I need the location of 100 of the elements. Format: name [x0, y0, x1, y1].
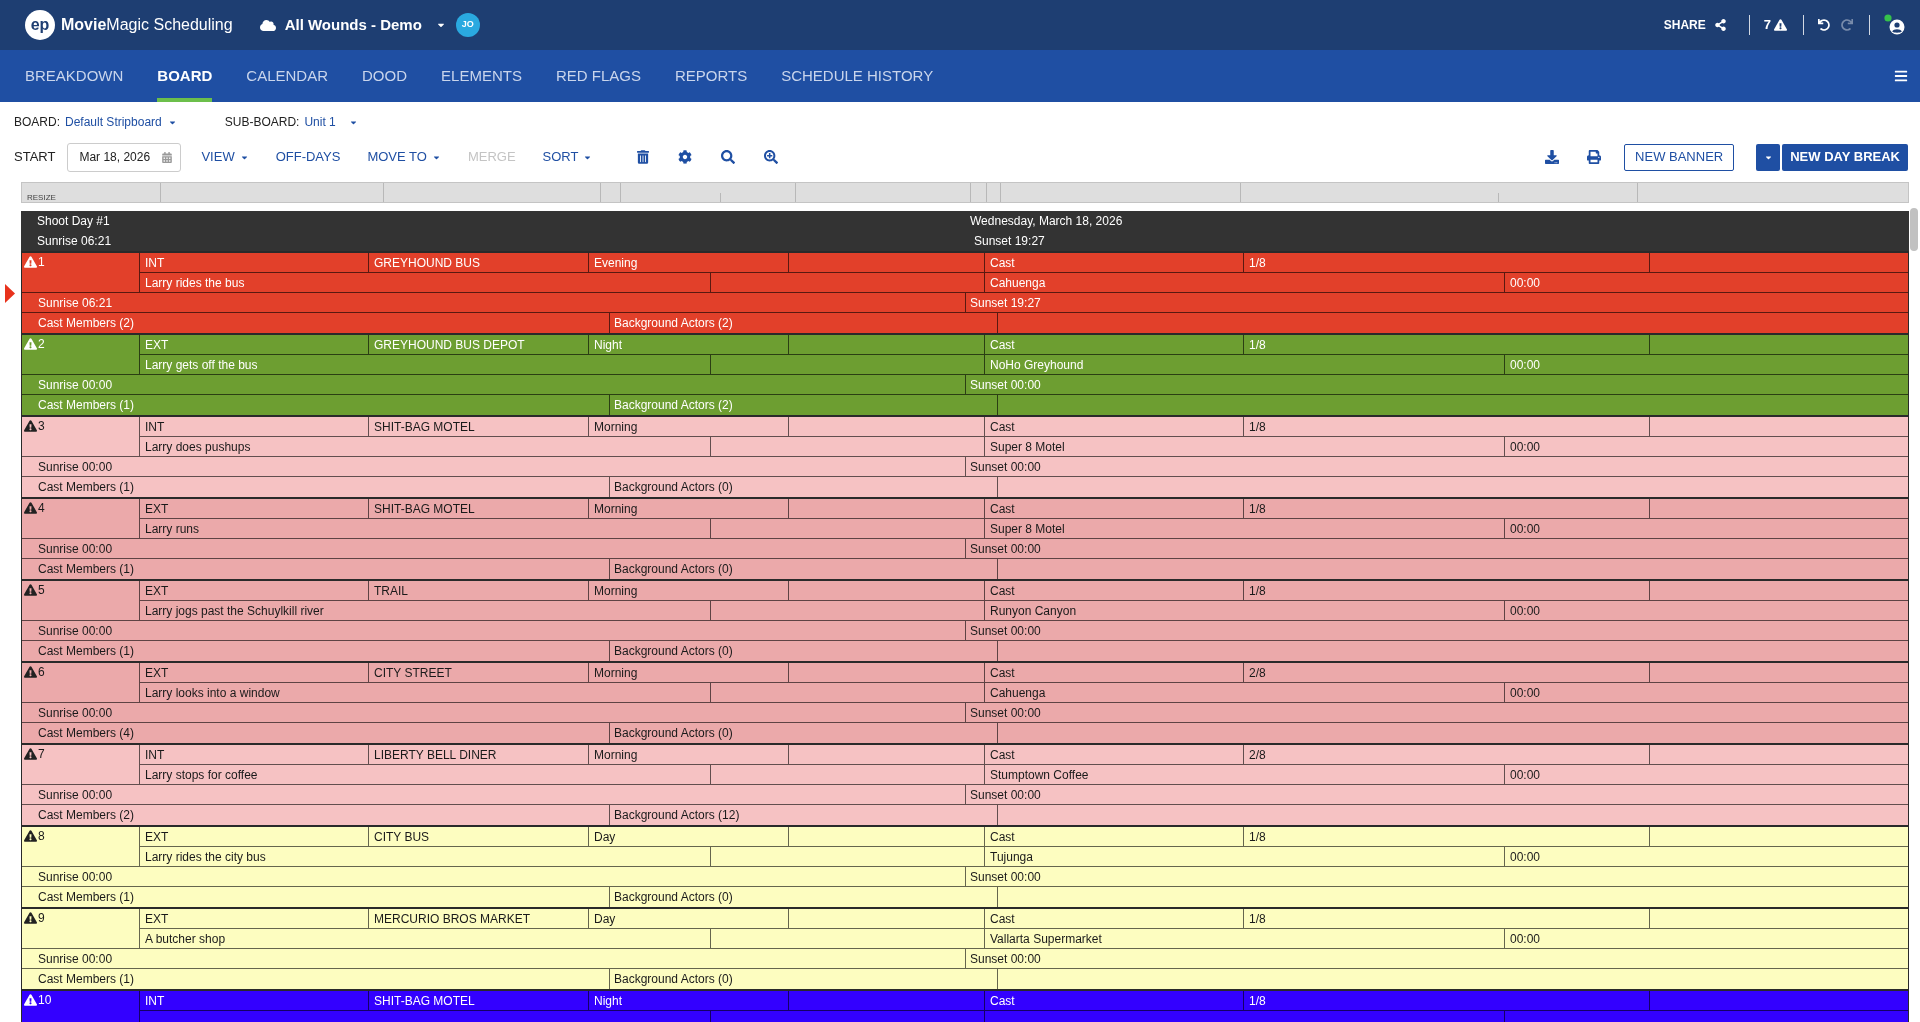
nav-tab[interactable]: ELEMENTS: [441, 50, 522, 102]
warning-icon: [24, 256, 37, 268]
location-cell: Super 8 Motel: [985, 437, 1505, 456]
sunset-cell-text: Sunset 00:00: [969, 950, 1042, 968]
duration-cell-text: 00:00: [1509, 602, 1542, 620]
description-cell: Larry does pushups: [140, 437, 711, 456]
menu-button[interactable]: VIEW: [201, 147, 249, 167]
scene-strip[interactable]: 4 EXT SHIT-BAG MOTEL Morning Cast 1/8 Larry runs Super 8 Motel 00:00 Sunrise 00:00 Sunset 00:00 Cast Members (1) Background Actors (0): [21, 497, 1909, 579]
calendar-icon: [162, 151, 173, 163]
action-button[interactable]: NEW BANNER: [1624, 143, 1735, 171]
sunrise-cell: Sunrise 00:00: [22, 375, 966, 394]
page-count-cell: 1/8: [1244, 499, 1650, 518]
cast-cell: Cast: [985, 663, 1244, 682]
undo-icon[interactable]: [1818, 19, 1830, 31]
scene-strip[interactable]: 5 EXT TRAIL Morning Cast 1/8 Larry jogs past the Schuylkill river Runyon Canyon 00:00 Sunrise 00:00 Sunset 00:00 Cast Members (1) Background Actors (0): [21, 579, 1909, 661]
warning-icon: [24, 912, 37, 924]
sunset-cell-text: Sunset 00:00: [969, 704, 1042, 722]
time-of-day-cell: Morning: [589, 499, 789, 518]
scene-strip[interactable]: 3 INT SHIT-BAG MOTEL Morning Cast 1/8 Larry does pushups Super 8 Motel 00:00 Sunrise 00:00 Sunset 00:00 Cast Members (1) Background Actors (0): [21, 415, 1909, 497]
scene-number: 6: [38, 666, 45, 679]
project-dropdown[interactable]: All Wounds - Demo: [284, 13, 446, 37]
location-cell: Stumptown Coffee: [985, 765, 1505, 784]
scrollbar-thumb[interactable]: [1910, 208, 1918, 251]
menu-icon[interactable]: [1894, 69, 1908, 83]
warning-icon: [24, 666, 37, 678]
warnings-button[interactable]: 7: [1763, 15, 1787, 35]
cast-cell: Cast: [985, 745, 1244, 764]
page-count-cell: 1/8: [1244, 581, 1650, 600]
nav-tab[interactable]: RED FLAGS: [555, 50, 641, 102]
set-cell: SHIT-BAG MOTEL: [369, 417, 589, 436]
warning-icon: [1774, 19, 1787, 31]
warning-icon: [24, 748, 37, 760]
sunset-cell-text: Sunset 00:00: [969, 622, 1042, 640]
action-button[interactable]: NEW DAY BREAK: [1782, 143, 1908, 171]
nav-tab[interactable]: BOARD: [157, 50, 213, 102]
scene-strip[interactable]: 10 INT SHIT-BAG MOTEL Night Cast 1/8: [21, 989, 1909, 1022]
set-cell: CITY STREET: [369, 663, 589, 682]
nav-tab[interactable]: CALENDAR: [246, 50, 329, 102]
description-cell: Larry gets off the bus: [140, 355, 711, 374]
duration-cell-text: 00:00: [1509, 930, 1542, 948]
cast-cell: Cast: [985, 581, 1244, 600]
cast-cell: Cast: [985, 499, 1244, 518]
nav-tab[interactable]: DOOD: [362, 50, 408, 102]
print-icon[interactable]: [1587, 150, 1602, 164]
sunset-cell-text: Sunset 00:00: [969, 868, 1042, 886]
location-cell: Vallarta Supermarket: [985, 929, 1505, 948]
menu-button[interactable]: OFF-DAYS: [275, 147, 341, 167]
sunrise-cell: Sunrise 00:00: [22, 785, 966, 804]
description-cell: Larry rides the bus: [140, 273, 711, 292]
page-count-cell: 1/8: [1244, 417, 1650, 436]
sunset-cell-text: Sunset 19:27: [969, 294, 1042, 312]
scene-strip[interactable]: 9 EXT MERCURIO BROS MARKET Day Cast 1/8 A butcher shop Vallarta Supermarket 00:00 Sunrise 00:00 Sunset 00:00 Cast Members (1) Background Actors (0): [21, 907, 1909, 989]
menu-button[interactable]: SORT: [542, 147, 593, 167]
search-icon[interactable]: [721, 150, 736, 164]
download-icon[interactable]: [1545, 150, 1560, 164]
scene-strip[interactable]: 7 INT LIBERTY BELL DINER Morning Cast 2/8 Larry stops for coffee Stumptown Coffee 00:00 Sunrise 00:00 Sunset 00:00 Cast Members (2) Background Actors (12): [21, 743, 1909, 825]
scene-strip[interactable]: 6 EXT CITY STREET Morning Cast 2/8 Larry looks into a window Cahuenga 00:00 Sunrise 00:00 Sunset 00:00 Cast Members (4) Background Actors (0): [21, 661, 1909, 743]
page-count-cell: 1/8: [1244, 909, 1650, 928]
time-of-day-cell: Night: [589, 991, 789, 1010]
nav-tab[interactable]: REPORTS: [674, 50, 748, 102]
description-cell: Larry stops for coffee: [140, 765, 711, 784]
int-ext-cell: EXT: [140, 663, 369, 682]
warning-icon: [24, 420, 37, 432]
page-count-cell: 2/8: [1244, 663, 1650, 682]
resize-bar[interactable]: RESIZE: [21, 182, 1909, 203]
date-field[interactable]: Mar 18, 2026: [67, 142, 182, 172]
int-ext-cell: INT: [140, 417, 369, 436]
zoom-in-icon[interactable]: [764, 150, 779, 164]
scene-strip[interactable]: 8 EXT CITY BUS Day Cast 1/8 Larry rides the city bus Tujunga 00:00 Sunrise 00:00 Sunset 00:00 Cast Members (1) Background Actors (0): [21, 825, 1909, 907]
board-dropdown[interactable]: Default Stripboard: [65, 113, 177, 131]
cast-cell: Cast: [985, 335, 1244, 354]
share-button[interactable]: SHARE: [1663, 16, 1726, 34]
sub-board-dropdown[interactable]: Unit 1: [304, 113, 358, 131]
trash-icon[interactable]: [637, 150, 650, 164]
location-cell: Runyon Canyon: [985, 601, 1505, 620]
resize-label: RESIZE: [27, 193, 56, 202]
scene-number: 7: [38, 748, 45, 761]
time-of-day-cell: Morning: [589, 417, 789, 436]
scene-strip[interactable]: 1 INT GREYHOUND BUS Evening Cast 1/8 Larry rides the bus Cahuenga 00:00 Sunrise 06:21 Sunset 19:27 Cast Members (2) Background Actors (2): [21, 251, 1909, 333]
scene-number: 9: [38, 912, 45, 925]
menu-button[interactable]: MOVE TO: [367, 147, 441, 167]
banner-sunset: Sunset 19:27: [974, 233, 1045, 250]
settings-icon[interactable]: [678, 150, 693, 164]
nav-tab[interactable]: SCHEDULE HISTORY: [781, 50, 934, 102]
int-ext-cell: EXT: [140, 581, 369, 600]
description-cell: Larry runs: [140, 519, 711, 538]
cast-cell: Cast: [985, 991, 1244, 1010]
start-label: START: [14, 148, 56, 167]
int-ext-cell: EXT: [140, 827, 369, 846]
cast-cell: Cast: [985, 417, 1244, 436]
set-cell: SHIT-BAG MOTEL: [369, 991, 589, 1010]
banner-sunrise: Sunrise 06:21: [37, 234, 112, 248]
nav-tab[interactable]: BREAKDOWN: [25, 50, 124, 102]
time-of-day-cell: Morning: [589, 581, 789, 600]
set-cell: GREYHOUND BUS DEPOT: [369, 335, 589, 354]
location-cell: Cahuenga: [985, 273, 1505, 292]
dropdown-toggle[interactable]: [1756, 143, 1781, 171]
scene-number: 10: [38, 994, 52, 1007]
user-status-icon[interactable]: [1884, 14, 1906, 36]
duration-cell-text: 00:00: [1509, 684, 1542, 702]
